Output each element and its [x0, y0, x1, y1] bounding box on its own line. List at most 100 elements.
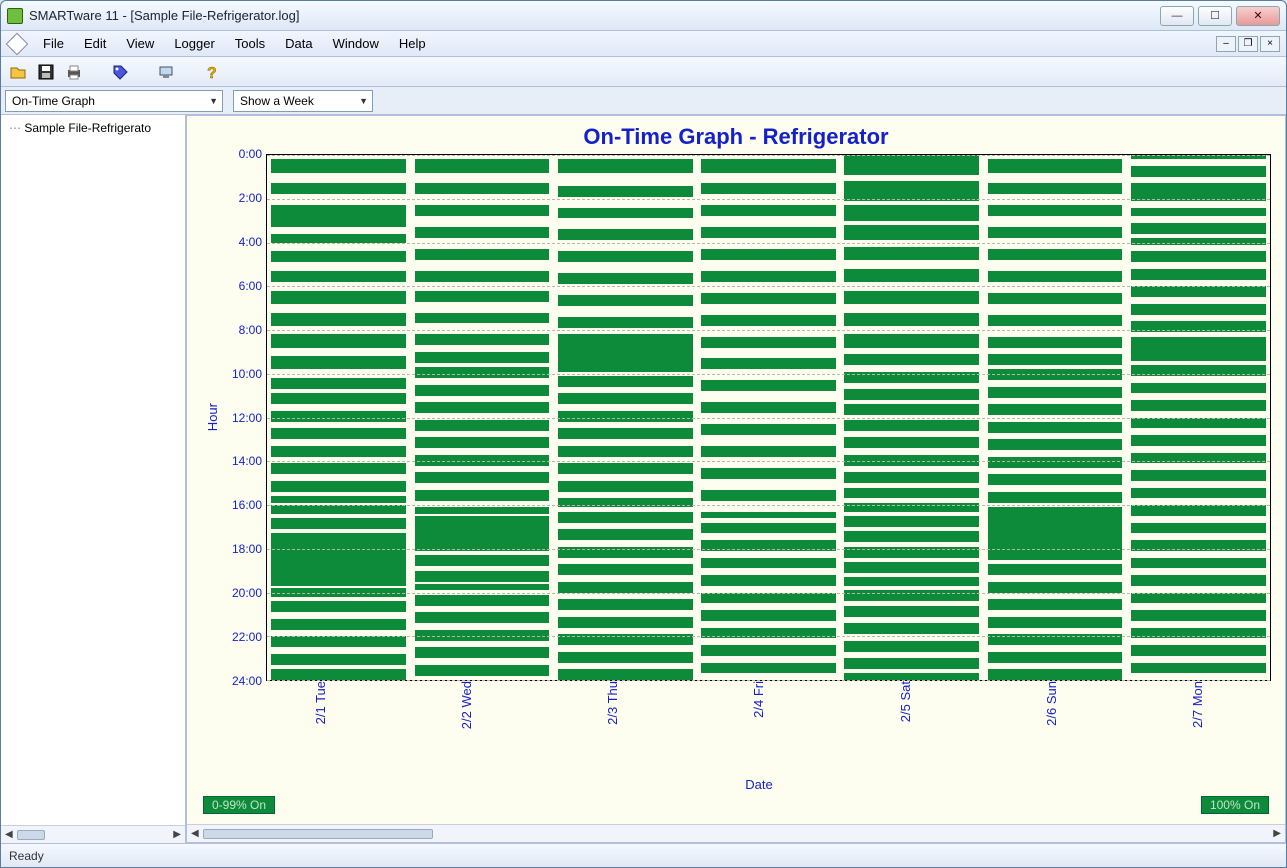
menu-logger[interactable]: Logger [166, 34, 222, 53]
on-interval-bar [844, 577, 979, 586]
y-tick: 20:00 [232, 586, 262, 600]
x-tick: 2/7 Mon [1125, 681, 1271, 779]
on-interval-bar [701, 558, 836, 569]
on-interval-bar [988, 669, 1123, 680]
on-interval-bar [701, 424, 836, 435]
maximize-button[interactable]: ☐ [1198, 6, 1232, 26]
on-interval-bar [988, 249, 1123, 260]
on-interval-bar [271, 411, 406, 422]
window-title: SMARTware 11 - [Sample File-Refrigerator… [29, 8, 1160, 23]
on-interval-bar [844, 225, 979, 240]
mdi-minimize-button[interactable]: – [1216, 36, 1236, 52]
y-tick: 12:00 [232, 411, 262, 425]
on-interval-bar [988, 599, 1123, 610]
open-icon[interactable] [9, 63, 27, 81]
on-interval-bar [415, 291, 550, 302]
tag-icon[interactable] [111, 63, 129, 81]
sidebar: Sample File-Refrigerato ◀▶ [1, 115, 186, 843]
menu-data[interactable]: Data [277, 34, 320, 53]
on-interval-bar [271, 159, 406, 172]
time-range-dropdown[interactable]: Show a Week [233, 90, 373, 112]
on-interval-bar [415, 183, 550, 194]
on-interval-bar [415, 612, 550, 623]
on-interval-bar [844, 334, 979, 347]
gridline [267, 155, 1270, 156]
on-interval-bar [1131, 383, 1266, 394]
tree-item-sample-file[interactable]: Sample File-Refrigerato [1, 115, 185, 141]
x-axis: 2/1 Tue2/2 Wed2/3 Thu2/4 Fri2/5 Sat2/6 S… [247, 681, 1271, 779]
menu-file[interactable]: File [35, 34, 72, 53]
mdi-restore-button[interactable]: ❐ [1238, 36, 1258, 52]
on-interval-bar [988, 617, 1123, 628]
menu-edit[interactable]: Edit [76, 34, 114, 53]
on-interval-bar [988, 354, 1123, 365]
on-interval-bar [1131, 505, 1266, 516]
print-icon[interactable] [65, 63, 83, 81]
on-interval-bar [271, 669, 406, 680]
menu-help[interactable]: Help [391, 34, 434, 53]
sidebar-scrollbar[interactable]: ◀▶ [1, 825, 185, 843]
toolbar: ? [1, 57, 1286, 87]
on-interval-bar [1131, 286, 1266, 297]
on-interval-bar [701, 446, 836, 457]
x-tick: 2/1 Tue [247, 681, 393, 779]
minimize-button[interactable]: — [1160, 6, 1194, 26]
on-interval-bar [988, 315, 1123, 326]
on-interval-bar [988, 183, 1123, 194]
on-interval-bar [1131, 610, 1266, 621]
on-interval-bar [988, 159, 1123, 172]
on-interval-bar [271, 636, 406, 647]
on-interval-bar [558, 334, 693, 371]
on-interval-bar [1131, 238, 1266, 245]
help-icon[interactable]: ? [203, 63, 221, 81]
x-tick: 2/3 Thu [540, 681, 686, 779]
on-interval-bar [1131, 523, 1266, 534]
close-button[interactable]: ✕ [1236, 6, 1280, 26]
on-interval-bar [271, 334, 406, 347]
on-interval-bar [415, 420, 550, 431]
on-interval-bar [558, 652, 693, 663]
menu-window[interactable]: Window [325, 34, 387, 53]
on-interval-bar [271, 271, 406, 282]
y-tick: 14:00 [232, 454, 262, 468]
y-tick: 2:00 [239, 191, 262, 205]
on-interval-bar [415, 490, 550, 501]
y-tick: 24:00 [232, 674, 262, 688]
app-icon [7, 8, 23, 24]
on-interval-bar [415, 385, 550, 396]
on-interval-bar [844, 455, 979, 466]
gridline [267, 461, 1270, 462]
legend: 0-99% On 100% On [201, 792, 1271, 820]
on-interval-bar [271, 446, 406, 457]
gridline [267, 243, 1270, 244]
mdi-close-button[interactable]: × [1260, 36, 1280, 52]
on-interval-bar [415, 437, 550, 448]
on-interval-bar [701, 645, 836, 656]
main-scrollbar[interactable]: ◀▶ [187, 824, 1285, 842]
on-interval-bar [844, 155, 979, 175]
on-interval-bar [558, 617, 693, 628]
save-icon[interactable] [37, 63, 55, 81]
menu-view[interactable]: View [118, 34, 162, 53]
on-interval-bar [558, 582, 693, 593]
on-interval-bar [701, 293, 836, 304]
on-interval-bar [844, 658, 979, 669]
on-interval-bar [988, 422, 1123, 433]
titlebar[interactable]: SMARTware 11 - [Sample File-Refrigerator… [1, 1, 1286, 31]
menu-tools[interactable]: Tools [227, 34, 273, 53]
y-axis: 0:002:004:006:008:0010:0012:0014:0016:00… [220, 154, 266, 681]
on-interval-bar [558, 317, 693, 328]
device-icon[interactable] [157, 63, 175, 81]
on-interval-bar [701, 205, 836, 216]
plot-area[interactable] [266, 154, 1271, 681]
graph-type-dropdown[interactable]: On-Time Graph [5, 90, 223, 112]
on-interval-bar [844, 247, 979, 260]
y-tick: 16:00 [232, 498, 262, 512]
on-interval-bar [988, 507, 1123, 560]
on-interval-bar [701, 610, 836, 621]
on-interval-bar [558, 208, 693, 219]
on-interval-bar [1131, 418, 1266, 429]
gridline [267, 418, 1270, 419]
on-interval-bar [271, 313, 406, 326]
on-interval-bar [1131, 251, 1266, 262]
